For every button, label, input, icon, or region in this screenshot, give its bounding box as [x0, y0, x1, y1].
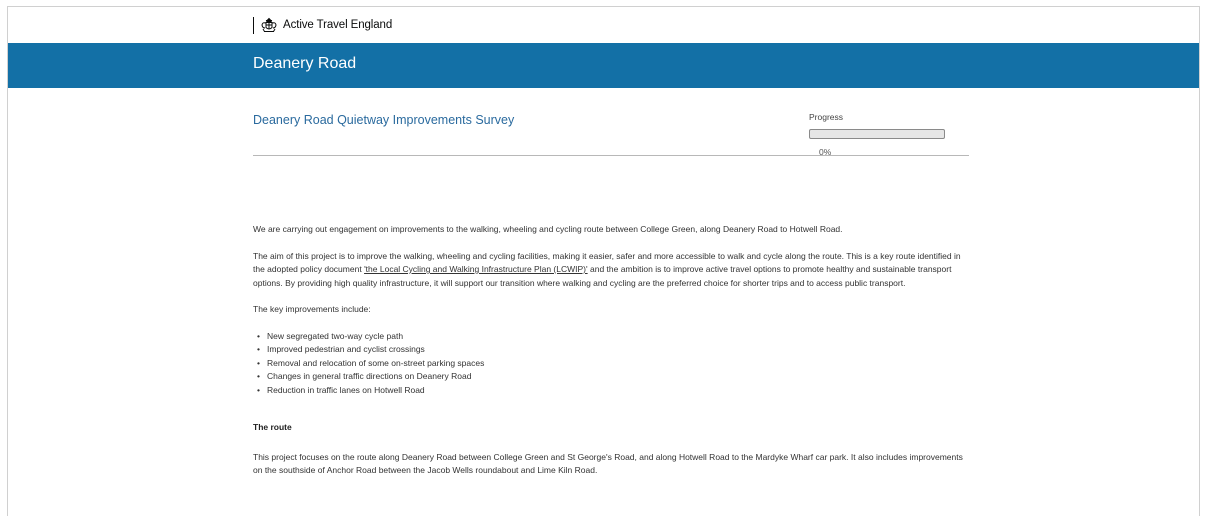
royal-crest-icon — [261, 17, 277, 32]
progress-label: Progress — [809, 112, 844, 122]
brand-name: Active Travel England — [283, 19, 393, 31]
survey-header: Deanery Road Quietway Improvements Surve… — [253, 88, 969, 157]
page-title: Deanery Road — [253, 55, 357, 72]
page-frame: Active Travel England Deanery Road Deane… — [7, 6, 1200, 516]
progress-percent: 0% — [819, 146, 832, 157]
lcwip-link[interactable]: 'the Local Cycling and Walking Infrastru… — [364, 264, 588, 274]
intro-paragraph: We are carrying out engagement on improv… — [253, 224, 843, 234]
improvement-item: Reduction in traffic lanes on Hotwell Ro… — [257, 384, 969, 398]
brand-divider — [253, 16, 254, 34]
top-bar: Active Travel England — [8, 7, 1199, 43]
title-bar: Deanery Road — [8, 43, 1199, 88]
route-heading: The route — [253, 422, 292, 432]
improvement-item: New segregated two-way cycle path — [257, 330, 969, 344]
main-content: Deanery Road Quietway Improvements Surve… — [253, 88, 969, 475]
improvement-item: Improved pedestrian and cyclist crossing… — [257, 343, 969, 357]
improvement-item: Changes in general traffic directions on… — [257, 370, 969, 384]
survey-description: We are carrying out engagement on improv… — [253, 223, 969, 491]
progress-bar — [809, 128, 945, 139]
route-paragraph: This project focuses on the route along … — [253, 451, 963, 476]
improvements-list: New segregated two-way cycle pathImprove… — [253, 330, 969, 398]
improvement-item: Removal and relocation of some on-street… — [257, 357, 969, 371]
aim-paragraph: The aim of this project is to improve th… — [253, 250, 969, 291]
key-improvements-intro: The key improvements include: — [253, 304, 371, 314]
survey-title: Deanery Road Quietway Improvements Surve… — [253, 113, 515, 127]
brand-logo[interactable]: Active Travel England — [253, 16, 392, 34]
progress-indicator: Progress 0% — [809, 112, 969, 161]
